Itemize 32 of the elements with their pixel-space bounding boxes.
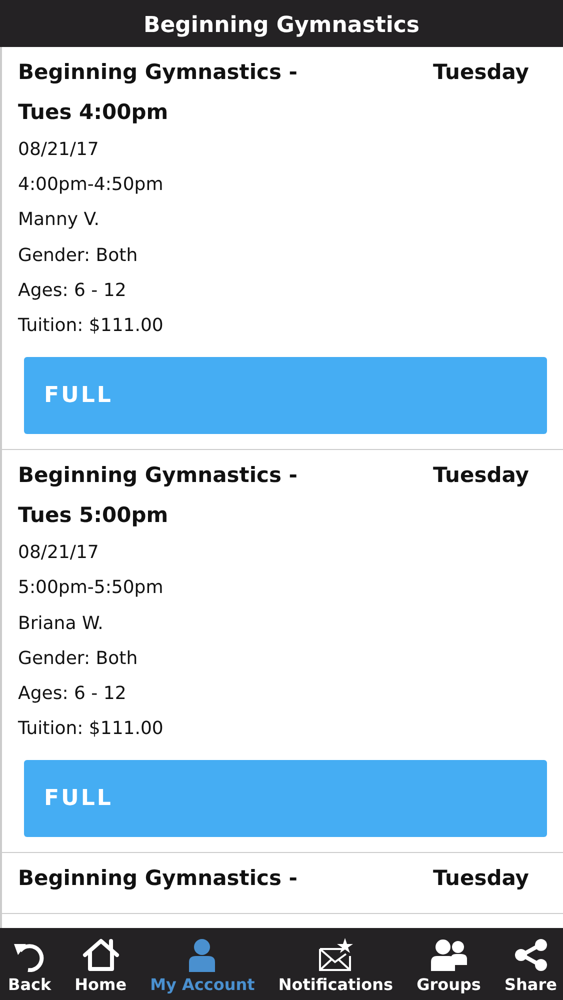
class-day: Tuesday <box>433 455 529 536</box>
class-detail: Briana W. <box>18 612 104 636</box>
class-detail: 4:00pm-4:50pm <box>18 173 164 198</box>
home-icon <box>80 938 121 972</box>
class-detail: Gender: Both <box>18 244 139 268</box>
class-title: Beginning Gymnastics - <box>18 865 298 892</box>
class-detail: Gender: Both <box>18 646 139 671</box>
class-title: Tues 4:00pm <box>18 99 170 126</box>
class-title: Tues 5:00pm <box>18 502 170 530</box>
class-detail: 08/21/17 <box>18 541 100 566</box>
nav-tab[interactable]: Home <box>74 928 127 1000</box>
person-icon <box>187 938 218 972</box>
nav-tab[interactable]: Groups <box>416 928 481 1000</box>
nav-tab[interactable]: Share <box>504 928 557 1000</box>
class-detail: Ages: 6 - 12 <box>18 278 128 303</box>
nav-tab[interactable]: My Account <box>150 928 255 1000</box>
class-detail: Ages: 6 - 12 <box>18 682 128 706</box>
group-icon <box>428 938 469 972</box>
envelope-star-icon <box>318 938 354 972</box>
nav-tab[interactable]: Notifications <box>278 928 394 1000</box>
class-day: Tuesday <box>433 52 529 132</box>
class-title: Beginning Gymnastics - <box>18 59 298 86</box>
nav-tab[interactable]: Back <box>8 928 52 1000</box>
class-detail: Tuition: $111.00 <box>18 314 164 338</box>
class-detail: Tuition: $111.00 <box>18 717 164 742</box>
share-icon <box>512 938 549 972</box>
class-title: Beginning Gymnastics - <box>18 462 298 490</box>
page-title: Beginning Gymnastics <box>142 12 421 40</box>
class-detail: Manny V. <box>18 208 100 232</box>
class-detail: 08/21/17 <box>18 138 100 162</box>
class-day: Tuesday <box>433 858 529 898</box>
class-detail: 5:00pm-5:50pm <box>18 576 164 600</box>
